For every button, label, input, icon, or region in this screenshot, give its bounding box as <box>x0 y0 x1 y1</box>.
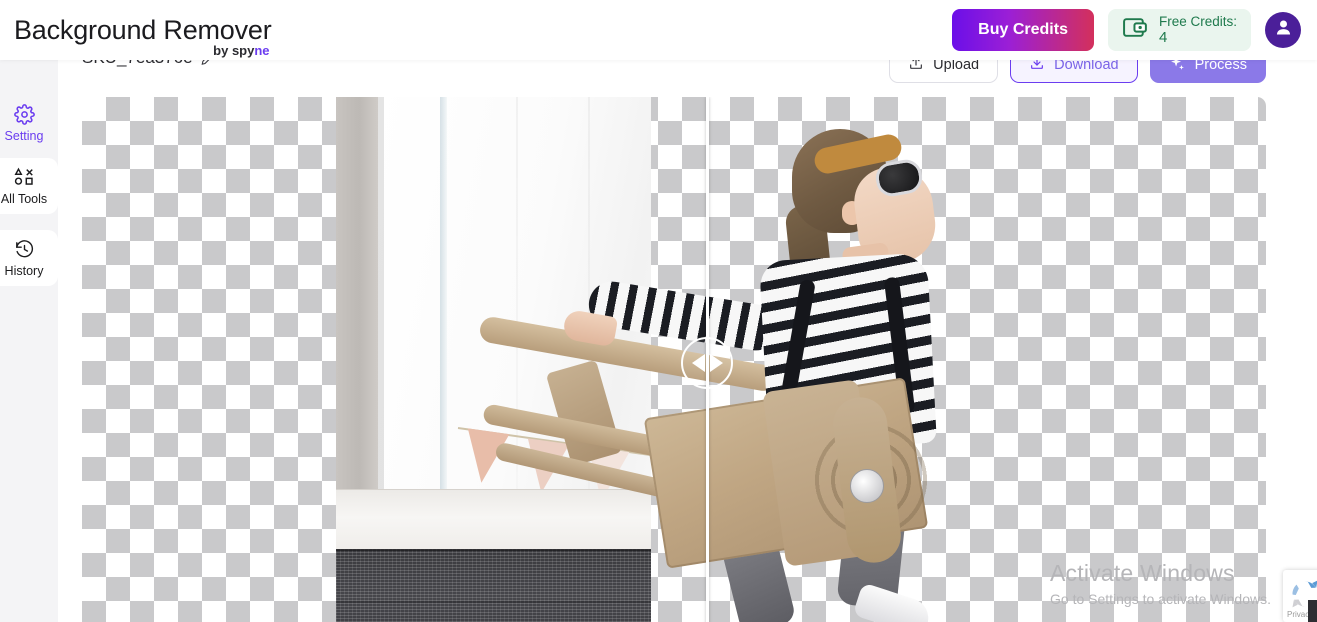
sidebar-item-label: History <box>4 263 44 278</box>
credits-label: Free Credits: <box>1158 13 1237 29</box>
app-root: Setting All Tools History Upload Downloa… <box>0 0 1317 622</box>
compare-slider-handle[interactable] <box>681 337 733 389</box>
sidebar-item-setting[interactable]: Setting <box>0 98 58 148</box>
credits-value: 4 <box>1158 29 1168 47</box>
buy-credits-label: Buy Credits <box>978 21 1068 38</box>
buy-credits-button[interactable]: Buy Credits <box>952 9 1094 51</box>
user-avatar-button[interactable] <box>1265 12 1301 48</box>
app-header: Background Remover by spyne Buy Credits <box>0 0 1317 60</box>
wallet-icon <box>1122 15 1149 45</box>
gear-icon <box>13 103 35 125</box>
sidebar-item-all-tools[interactable]: All Tools <box>0 158 58 214</box>
left-sidebar: Setting All Tools History <box>0 60 58 622</box>
header-right-group: Buy Credits Free Credits: 4 <box>952 9 1301 51</box>
sidebar-item-label: Setting <box>4 128 44 143</box>
brand-spy-text: spy <box>231 43 255 58</box>
free-credits-badge: Free Credits: 4 <box>1107 9 1251 51</box>
brand-ne-text: ne <box>254 43 270 58</box>
image-compare-canvas[interactable] <box>82 97 1266 622</box>
scrollbar-thumb[interactable] <box>1308 600 1317 622</box>
sidebar-item-label: All Tools <box>0 192 48 206</box>
left-right-arrows-icon <box>691 354 705 372</box>
shapes-icon <box>13 166 35 188</box>
photo-wrapper <box>336 97 1012 622</box>
brand-logo: Background Remover by spyne <box>14 15 272 58</box>
sidebar-item-history[interactable]: History <box>0 230 58 286</box>
user-avatar-icon <box>1273 17 1294 43</box>
brand-subtitle: by spyne <box>213 43 269 58</box>
brand-by-text: by <box>213 43 232 58</box>
credits-text: Free Credits: 4 <box>1159 14 1237 47</box>
app-title: Background Remover <box>14 15 272 45</box>
main-panel: SKU_7ea376e Upload <box>58 0 1317 622</box>
history-clock-icon <box>14 239 35 260</box>
